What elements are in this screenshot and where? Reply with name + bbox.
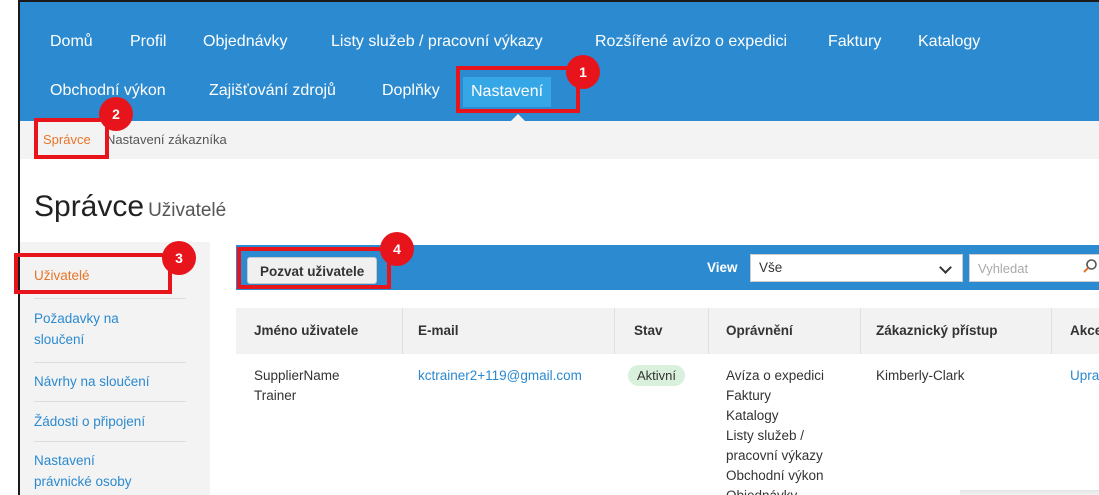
nav-timesheets[interactable]: Listy služeb / pracovní výkazy — [331, 33, 543, 51]
permission-item: Listy služeb / — [726, 428, 805, 443]
nav-settings[interactable]: Nastavení — [463, 77, 552, 107]
user-email-link[interactable]: kctrainer2+119@gmail.com — [418, 366, 582, 386]
permission-item: pracovní výkazy — [726, 448, 823, 463]
customer-access-value: Kimberly-Clark — [876, 368, 965, 383]
nav-home[interactable]: Domů — [50, 33, 93, 51]
leftmenu-divider — [34, 298, 186, 299]
permission-item: Faktury — [726, 388, 772, 403]
view-filter-value: Vše — [759, 260, 783, 275]
column-header-name: Jméno uživatele — [254, 323, 359, 338]
table-header: Jméno uživatele E-mail Stav Oprávnění Zá… — [236, 308, 1099, 354]
table-row-name: SupplierName Trainer — [254, 366, 340, 406]
leftmenu-divider — [34, 362, 186, 363]
nav-addons[interactable]: Doplňky — [382, 82, 440, 100]
column-divider — [402, 308, 403, 354]
permission-item: Katalogy — [726, 408, 779, 423]
callout-badge-1: 1 — [566, 55, 600, 89]
leftmenu-legal-entity-settings[interactable]: Nastavení právnické osoby — [34, 450, 144, 492]
permissions-list: Avíza o expedici Faktury Katalogy Listy … — [726, 366, 824, 495]
permission-item: Objednávky — [726, 486, 824, 495]
permission-item: Avíza o expedici — [726, 368, 825, 383]
nav-performance[interactable]: Obchodní výkon — [50, 82, 166, 100]
left-menu: Uživatelé Požadavky na sloučení Návrhy n… — [20, 242, 210, 495]
user-name-last: Trainer — [254, 388, 297, 403]
invite-user-button[interactable]: Pozvat uživatele — [247, 257, 378, 284]
top-nav: Domů Profil Objednávky Listy služeb / pr… — [20, 2, 1099, 121]
leftmenu-divider — [34, 441, 186, 442]
user-name-first: SupplierName — [254, 368, 340, 383]
status-badge: Aktivní — [628, 365, 686, 386]
nav-sourcing[interactable]: Zajišťování zdrojů — [209, 82, 336, 100]
leftmenu-merge-proposals[interactable]: Návrhy na sloučení — [34, 371, 186, 392]
column-divider — [614, 308, 615, 354]
column-divider — [860, 308, 861, 354]
column-divider — [1051, 308, 1052, 354]
callout-badge-2: 2 — [99, 97, 133, 131]
callout-badge-4: 4 — [380, 232, 414, 266]
column-header-status: Stav — [634, 323, 663, 338]
active-nav-caret — [511, 114, 525, 121]
subnav-admin[interactable]: Správce — [43, 132, 91, 147]
column-header-actions: Akce — [1070, 323, 1099, 338]
corner-shadow — [960, 490, 1099, 495]
nav-catalogs[interactable]: Katalogy — [918, 33, 980, 51]
page-title-text: Správce — [34, 190, 145, 223]
permission-item: Obchodní výkon — [726, 468, 824, 483]
column-header-customer-access: Zákaznický přístup — [876, 323, 998, 338]
column-divider — [708, 308, 709, 354]
leftmenu-divider — [34, 401, 186, 402]
callout-badge-3: 3 — [162, 241, 196, 275]
search-input[interactable] — [969, 254, 1099, 282]
users-table: Jméno uživatele E-mail Stav Oprávnění Zá… — [236, 290, 1099, 495]
chevron-down-icon — [939, 261, 952, 274]
page-subtitle: Uživatelé — [148, 200, 227, 221]
leftmenu-merge-requests[interactable]: Požadavky na sloučení — [34, 308, 154, 350]
search-icon[interactable] — [1083, 259, 1097, 273]
page-title: Správce Uživatelé — [34, 190, 226, 224]
nav-profile[interactable]: Profil — [130, 33, 166, 51]
column-header-permissions: Oprávnění — [726, 323, 793, 338]
nav-orders[interactable]: Objednávky — [203, 33, 288, 51]
column-header-email: E-mail — [418, 323, 459, 338]
view-filter-select[interactable]: Vše — [750, 254, 963, 282]
leftmenu-connection-requests[interactable]: Žádosti o připojení — [34, 411, 186, 432]
sub-nav: Správce Nastavení zákazníka — [20, 121, 1099, 159]
users-toolbar: Pozvat uživatele View Vše — [236, 245, 1099, 290]
subnav-customer-settings[interactable]: Nastavení zákazníka — [106, 132, 227, 147]
nav-asn[interactable]: Rozšířené avízo o expedici — [595, 33, 787, 51]
edit-user-link[interactable]: Upravit — [1070, 366, 1099, 386]
view-label: View — [707, 260, 738, 275]
leftmenu-users[interactable]: Uživatelé — [34, 265, 186, 286]
nav-invoices[interactable]: Faktury — [828, 33, 881, 51]
